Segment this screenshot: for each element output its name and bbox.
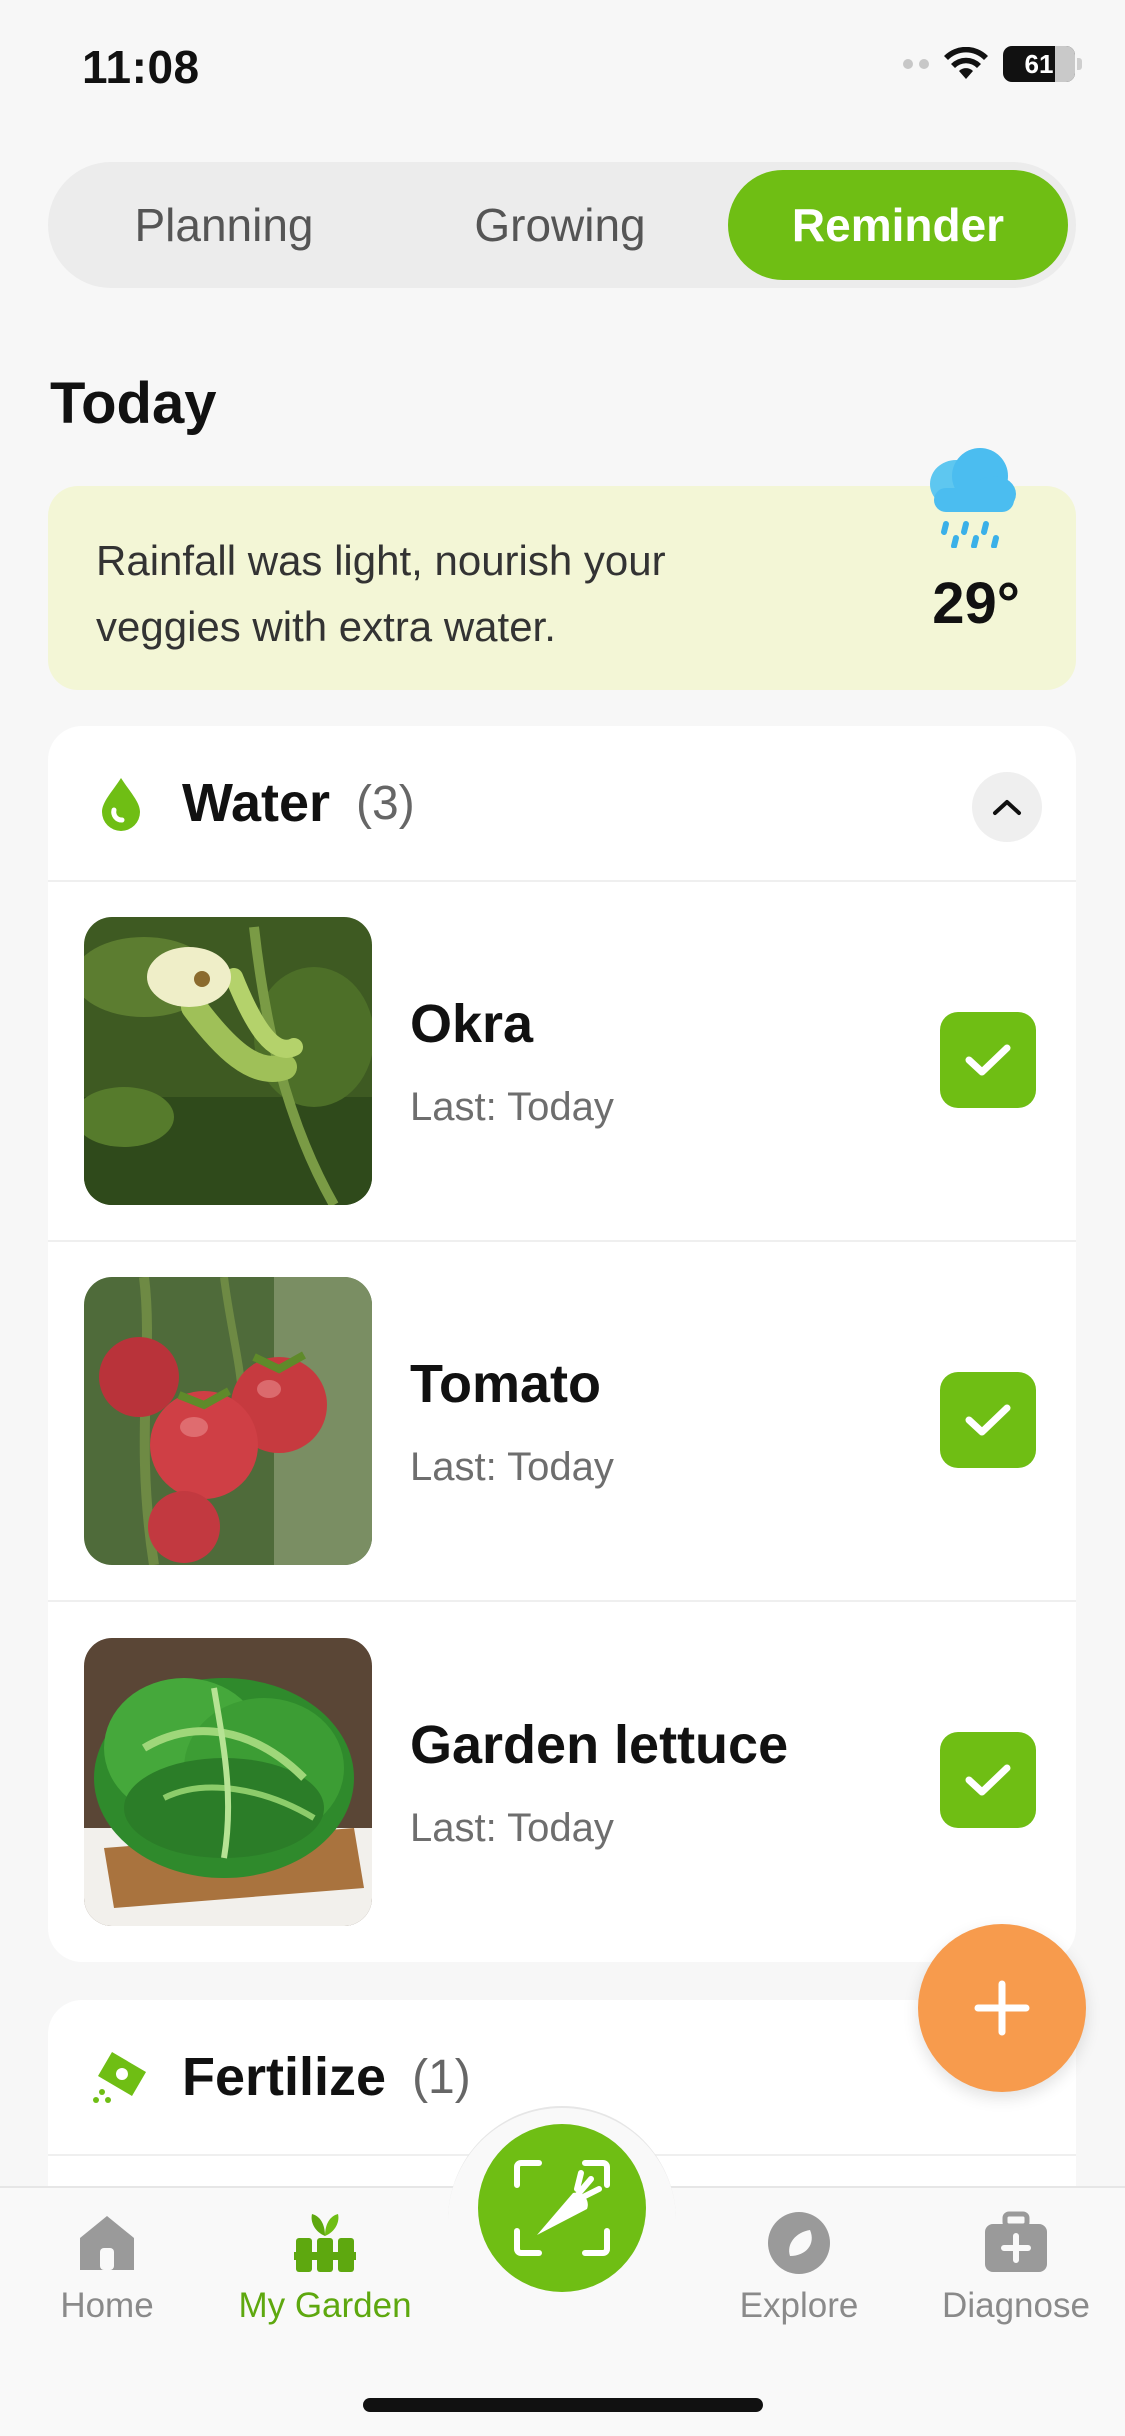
plant-row-garden-lettuce[interactable]: Garden lettuce Last: Today <box>48 1602 1076 1962</box>
plant-name: Garden lettuce <box>410 1714 789 1775</box>
scan-carrot-icon <box>514 2160 610 2256</box>
fertilize-card-count: (1) <box>412 2050 471 2104</box>
tab-diagnose-label: Diagnose <box>942 2286 1090 2325</box>
checkmark-icon <box>965 1044 1011 1076</box>
fertilizer-bag-icon <box>93 2052 146 2103</box>
checkmark-icon <box>965 1764 1011 1796</box>
water-card-title: Water <box>182 773 331 833</box>
battery-level: 61 <box>1024 48 1054 79</box>
water-card-count: (3) <box>356 776 415 830</box>
tab-growing[interactable]: Growing <box>392 170 728 280</box>
weather-temperature: 29° <box>932 571 1020 636</box>
okra-photo <box>84 917 372 1205</box>
lettuce-photo <box>84 1638 372 1926</box>
plus-icon <box>974 1980 1030 2036</box>
collapse-button[interactable] <box>972 772 1042 842</box>
water-drop-icon <box>102 778 140 831</box>
weather-message: Rainfall was light, nourish your veggies… <box>96 537 666 650</box>
status-indicators: 61 <box>903 46 1082 82</box>
tab-my-garden[interactable]: My Garden <box>225 2208 425 2326</box>
fertilize-card-title: Fertilize <box>182 2047 387 2107</box>
tab-explore[interactable]: Explore <box>699 2208 899 2326</box>
plant-name: Tomato <box>410 1353 601 1414</box>
status-time: 11:08 <box>82 41 200 93</box>
weather-card: Rainfall was light, nourish your veggies… <box>48 448 1076 690</box>
rain-cloud-icon <box>930 448 1016 548</box>
plant-row-okra[interactable]: Okra Last: Today <box>48 882 1076 1242</box>
status-bar: 11:08 61 <box>0 0 1125 140</box>
done-checkbox[interactable] <box>940 1372 1036 1468</box>
water-card-header[interactable]: Water (3) <box>48 726 1076 882</box>
tab-home-label: Home <box>60 2286 154 2325</box>
tab-my-garden-label: My Garden <box>238 2286 412 2325</box>
home-icon <box>80 2216 134 2270</box>
done-checkbox[interactable] <box>940 1012 1036 1108</box>
home-indicator <box>363 2398 763 2412</box>
wifi-icon <box>944 47 988 79</box>
water-task-card: Water (3) Okra Last: Today Tomato Last: … <box>48 726 1076 1962</box>
tab-explore-label: Explore <box>739 2286 859 2325</box>
add-reminder-button[interactable] <box>918 1924 1086 2092</box>
tomato-photo <box>84 1277 372 1565</box>
garden-icon <box>294 2214 356 2272</box>
plant-last-watered: Last: Today <box>410 1444 614 1489</box>
plant-row-tomato[interactable]: Tomato Last: Today <box>48 1242 1076 1602</box>
plant-name: Okra <box>410 993 534 1054</box>
cellular-signal-icon <box>903 59 929 69</box>
tab-diagnose[interactable]: Diagnose <box>916 2208 1116 2326</box>
done-checkbox[interactable] <box>940 1732 1036 1828</box>
battery-icon: 61 <box>1003 46 1082 82</box>
chevron-up-icon <box>993 800 1021 815</box>
checkmark-icon <box>965 1404 1011 1436</box>
plant-last-watered: Last: Today <box>410 1084 614 1129</box>
tab-home[interactable]: Home <box>7 2208 207 2326</box>
plant-last-watered: Last: Today <box>410 1805 614 1850</box>
view-segmented-control: Planning Growing Reminder <box>48 162 1076 288</box>
first-aid-kit-icon <box>985 2211 1047 2272</box>
compass-icon <box>768 2212 830 2274</box>
tab-planning[interactable]: Planning <box>56 170 392 280</box>
tab-reminder[interactable]: Reminder <box>728 170 1068 280</box>
section-title-today: Today <box>50 371 217 436</box>
scan-plant-button[interactable] <box>478 2124 646 2292</box>
